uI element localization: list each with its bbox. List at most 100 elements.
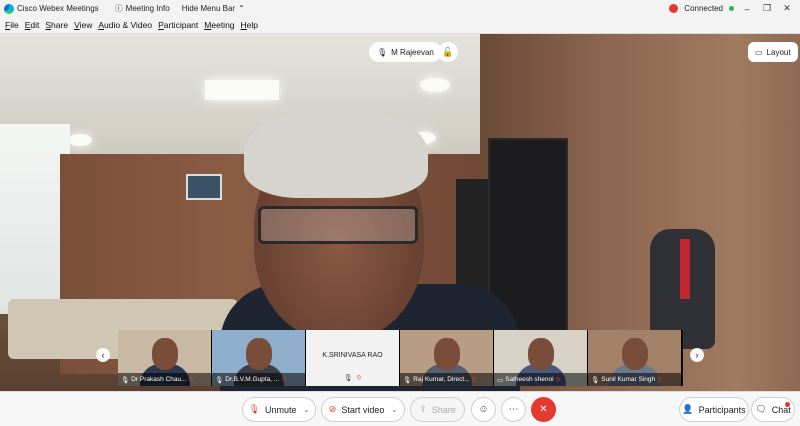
participant-name: Sunil Kumar Singh [601, 376, 656, 383]
menu-file[interactable]: File [2, 20, 22, 30]
meeting-info-label: Meeting Info [125, 4, 170, 13]
speaker-glasses [258, 206, 418, 244]
filmstrip-prev-button[interactable]: ‹ [96, 348, 110, 362]
active-speaker-name: M Rajeevan [391, 47, 434, 57]
meeting-controls-bar: 🎙 Unmute ⌄ ⊘ Start video ⌄ ⇪ Share ☺ ⋯ ✕… [0, 391, 800, 426]
lock-video-button[interactable]: 🔓 [438, 42, 458, 62]
microphone-icon: 🎙 [215, 376, 224, 384]
muted-icon: ⦸ [555, 375, 561, 383]
layout-button[interactable]: ▭ Layout [748, 42, 798, 62]
lock-icon: 🔓 [442, 46, 454, 57]
chat-button[interactable]: 🗨 Chat [751, 397, 795, 422]
participant-label: 🎙 Sunil Kumar Singh ⦸ [588, 373, 681, 386]
participant-label: 🎙 Dr Prakash Chau... ⦸ [118, 373, 211, 386]
microphone-icon: 🎙 [591, 376, 600, 384]
participant-face [622, 338, 648, 370]
muted-icon: ⦸ [471, 375, 477, 383]
maximize-button[interactable]: ❐ [760, 3, 774, 14]
layout-label: Layout [766, 47, 791, 57]
start-video-button[interactable]: ⊘ Start video ⌄ [321, 397, 405, 422]
more-icon: ⋯ [508, 404, 519, 415]
app-title-text: Cisco Webex Meetings [17, 4, 99, 13]
menu-bar: File Edit Share View Audio & Video Parti… [0, 17, 800, 34]
menu-meeting[interactable]: Meeting [201, 20, 237, 30]
chevron-left-icon: ‹ [101, 350, 105, 360]
video-icon: ▭ [497, 376, 504, 384]
chevron-down-icon[interactable]: ⌄ [304, 406, 310, 414]
unmute-label: Unmute [265, 404, 297, 415]
participant-tile-no-video[interactable]: K.SRINIVASA RAO 🎙 ⦸ [306, 330, 400, 386]
chevron-up-icon: ⌃ [238, 4, 245, 13]
microphone-icon: 🎙 [377, 47, 388, 57]
start-video-label: Start video [341, 404, 385, 415]
more-options-button[interactable]: ⋯ [501, 397, 526, 422]
share-icon: ⇪ [419, 404, 427, 414]
webex-logo-icon [4, 3, 14, 14]
muted-icon: ⦸ [188, 375, 194, 383]
participant-tile[interactable]: 🎙 Raj Kumar, Direct... ⦸ [400, 330, 494, 386]
chevron-down-icon[interactable]: ⌄ [391, 406, 397, 414]
participant-face [528, 338, 554, 370]
participant-label: ▭ Satheesh shenoi ⦸ [494, 373, 587, 386]
info-icon: ⓘ [114, 4, 123, 13]
muted-icon: ⦸ [657, 375, 662, 383]
close-icon: ✕ [539, 404, 548, 415]
participant-name: K.SRINIVASA RAO [322, 351, 383, 359]
connection-indicator-icon [729, 6, 734, 11]
ceiling-light [68, 134, 92, 146]
minimize-button[interactable]: – [740, 4, 754, 14]
layout-icon: ▭ [755, 47, 763, 57]
participants-button[interactable]: 👤 Participants [679, 397, 749, 422]
meeting-info-button[interactable]: ⓘ Meeting Info [111, 3, 174, 14]
active-speaker-video[interactable]: 🎙 M Rajeevan 🔓 ▭ Layout ‹ › 🎙 Dr Prakash… [0, 34, 800, 391]
muted-icon: ⦸ [281, 375, 286, 383]
speaker-hair [244, 108, 428, 198]
connection-status: Connected [684, 4, 723, 13]
share-button[interactable]: ⇪ Share [410, 397, 465, 422]
participant-tile[interactable]: 🎙 Dr.B.V.M.Gupta, ... ⦸ [212, 330, 306, 386]
menu-help[interactable]: Help [238, 20, 261, 30]
filmstrip-next-button[interactable]: › [690, 348, 704, 362]
title-bar: Cisco Webex Meetings ⓘ Meeting Info Hide… [0, 0, 800, 17]
chat-icon: 🗨 [755, 404, 767, 414]
leave-meeting-button[interactable]: ✕ [531, 397, 556, 422]
connection-status-icon [669, 4, 679, 13]
participant-face [152, 338, 178, 370]
participant-filmstrip: 🎙 Dr Prakash Chau... ⦸ 🎙 Dr.B.V.M.Gupta,… [118, 330, 683, 386]
ceiling-light [205, 80, 279, 100]
participant-name: Dr.B.V.M.Gupta, ... [225, 376, 280, 383]
menu-edit[interactable]: Edit [22, 20, 43, 30]
microphone-muted-icon: 🎙 [248, 404, 261, 414]
participant-face [434, 338, 460, 370]
participant-name: Raj Kumar, Direct... [413, 376, 470, 383]
participant-label: 🎙 Raj Kumar, Direct... ⦸ [400, 373, 493, 386]
menu-audio-video[interactable]: Audio & Video [95, 20, 155, 30]
smiley-icon: ☺ [478, 404, 489, 415]
chat-notification-badge [785, 402, 790, 407]
hide-menu-bar-label: Hide Menu Bar [181, 4, 236, 13]
unmute-button[interactable]: 🎙 Unmute ⌄ [242, 397, 316, 422]
muted-icon: ⦸ [356, 374, 362, 381]
participant-face [246, 338, 272, 370]
ceiling-light [420, 78, 450, 92]
active-speaker-label: 🎙 M Rajeevan [369, 42, 442, 62]
microphone-icon: 🎙 [343, 375, 353, 382]
menu-participant[interactable]: Participant [155, 20, 201, 30]
participant-label: 🎙 Dr.B.V.M.Gupta, ... ⦸ [212, 373, 305, 386]
reactions-button[interactable]: ☺ [471, 397, 496, 422]
person-icon: 👤 [682, 404, 694, 414]
hide-menu-bar-button[interactable]: Hide Menu Bar ⌃ [178, 4, 249, 13]
participant-tile[interactable]: ▭ Satheesh shenoi ⦸ [494, 330, 588, 386]
participant-tile[interactable]: 🎙 Sunil Kumar Singh ⦸ [588, 330, 682, 386]
participant-name: Dr Prakash Chau... [131, 376, 187, 383]
participant-tile[interactable]: 🎙 Dr Prakash Chau... ⦸ [118, 330, 212, 386]
menu-view[interactable]: View [71, 20, 95, 30]
menu-share[interactable]: Share [42, 20, 71, 30]
video-off-icon: ⊘ [328, 404, 337, 414]
close-window-button[interactable]: ✕ [780, 3, 794, 14]
participants-label: Participants [698, 404, 746, 415]
microphone-icon: 🎙 [403, 376, 412, 384]
wall-picture [186, 174, 222, 200]
share-label: Share [431, 404, 456, 415]
backpack-stripe [680, 239, 690, 299]
